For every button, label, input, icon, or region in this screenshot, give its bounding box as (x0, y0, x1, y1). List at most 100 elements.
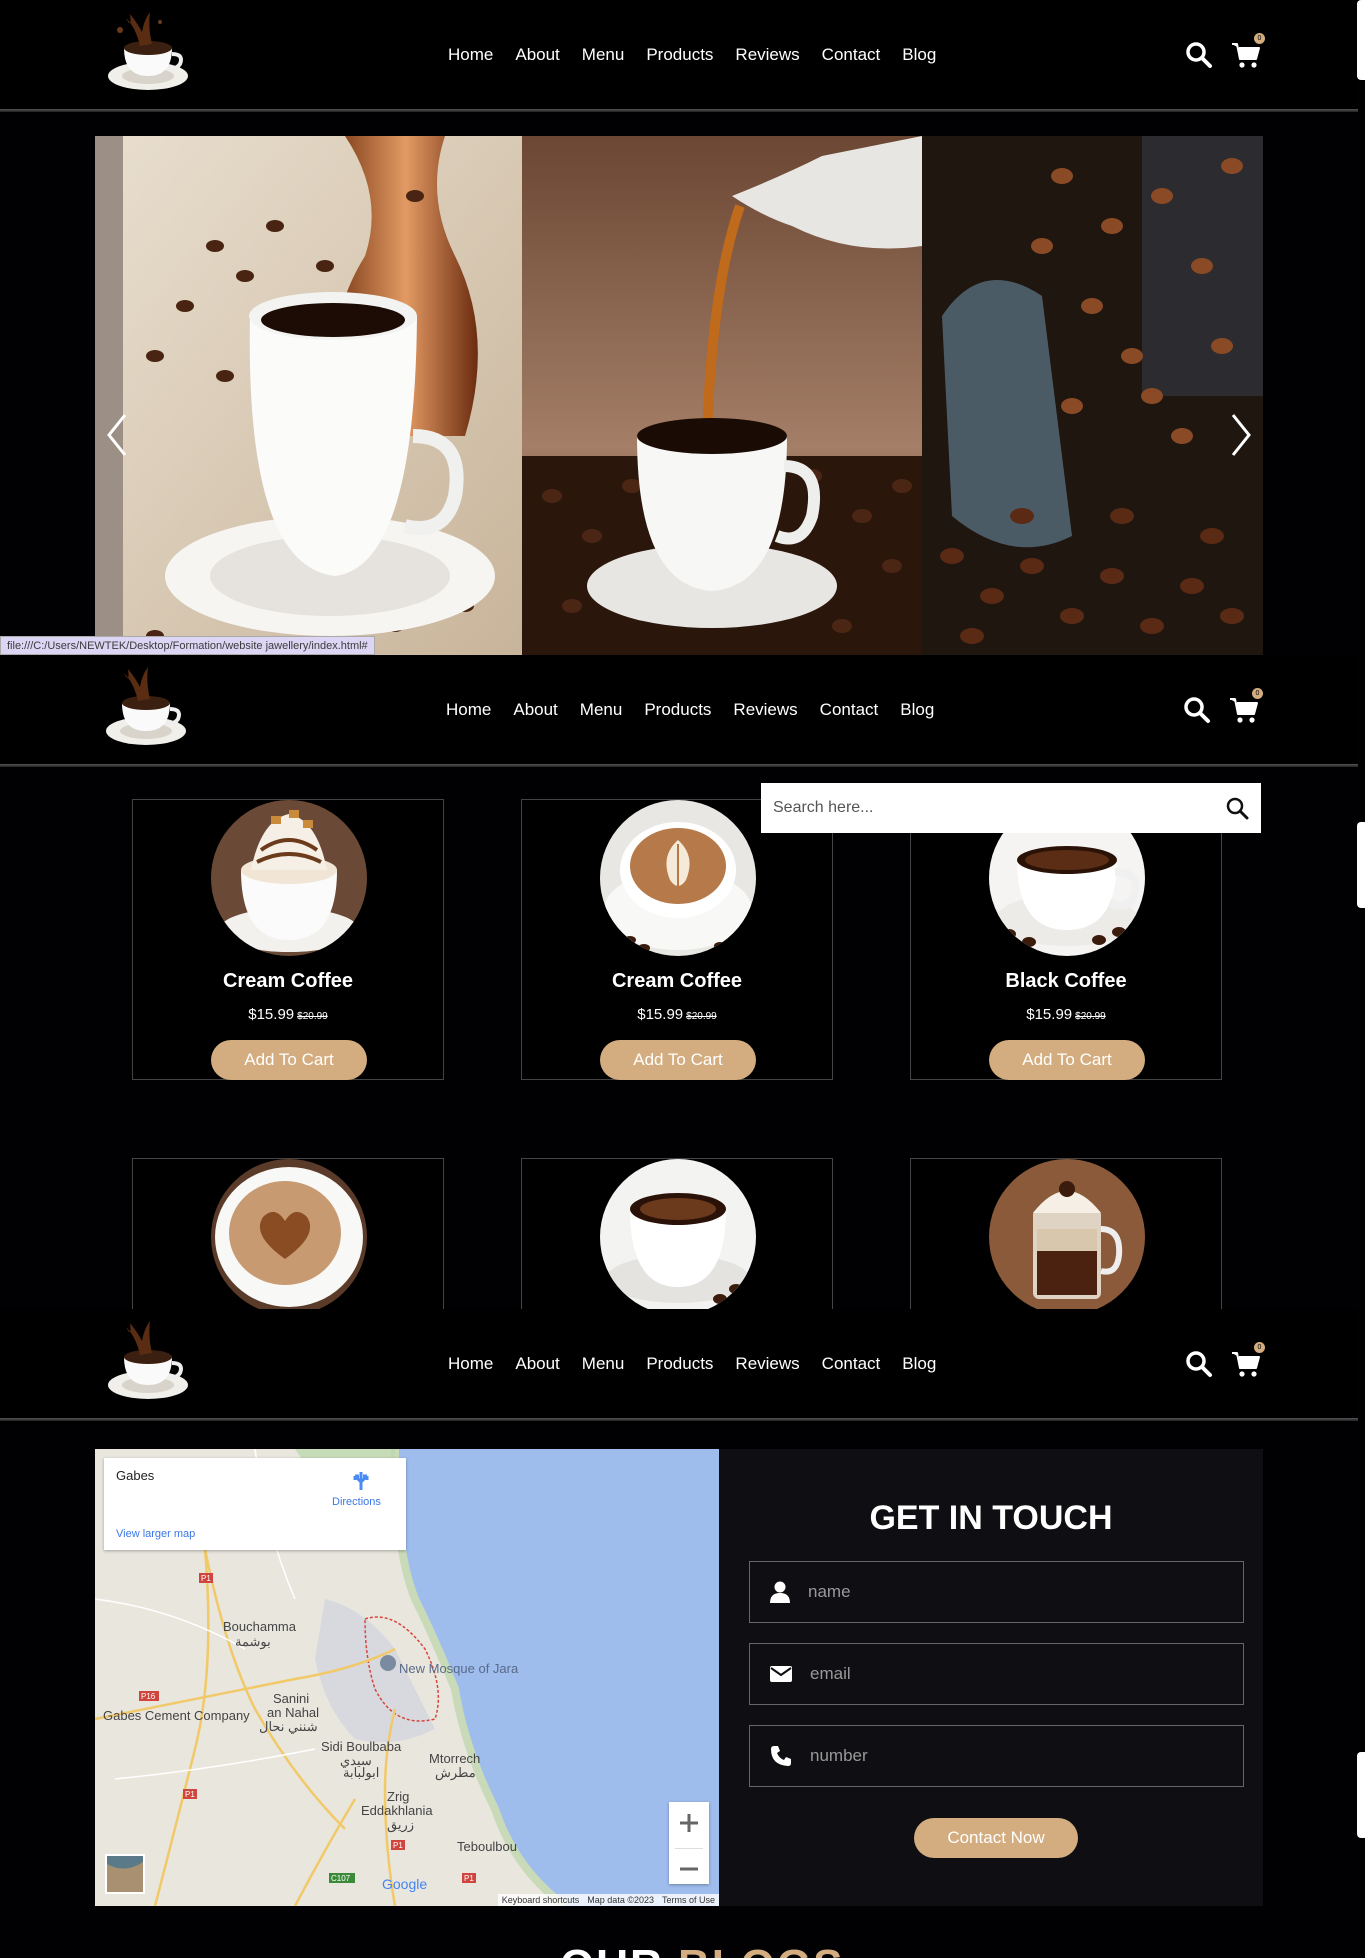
search-input[interactable] (773, 799, 1225, 817)
search-icon[interactable] (1185, 41, 1213, 69)
scrollbar-thumb[interactable] (1357, 822, 1365, 908)
blogs-heading-word1: OUR (560, 1944, 664, 1958)
map-label-bouchamma: Bouchamma (223, 1619, 297, 1634)
header-actions: 0 (1185, 0, 1265, 110)
cart-icon (1232, 1352, 1260, 1377)
add-to-cart-button[interactable]: Add To Cart (600, 1040, 756, 1080)
product-name: Cream Coffee (611, 970, 743, 992)
nav-contact[interactable]: Contact (822, 1354, 881, 1374)
scrollbar-thumb[interactable] (1357, 0, 1365, 80)
nav-reviews[interactable]: Reviews (735, 45, 799, 65)
nav-home[interactable]: Home (448, 1354, 493, 1374)
nav-about[interactable]: About (515, 45, 559, 65)
zoom-out-icon[interactable] (669, 1849, 709, 1889)
search-icon[interactable] (1183, 696, 1211, 724)
nav-home[interactable]: Home (446, 700, 491, 720)
google-logo: Google (382, 1876, 427, 1892)
nav-menu[interactable]: Menu (582, 45, 625, 65)
directions-link[interactable]: Directions (332, 1496, 381, 1508)
search-icon[interactable] (1225, 796, 1249, 820)
search-bar (761, 783, 1261, 833)
nav-home[interactable]: Home (448, 45, 493, 65)
add-to-cart-button[interactable]: Add To Cart (211, 1040, 367, 1080)
map-label-zrig-ar: زريق (387, 1817, 414, 1833)
user-icon (770, 1581, 790, 1603)
product-card (132, 1158, 444, 1315)
nav-blog[interactable]: Blog (902, 1354, 936, 1374)
slider-next-arrow-icon[interactable] (1225, 410, 1255, 460)
map-label-sidi: Sidi Boulbaba (321, 1739, 402, 1754)
nav-products[interactable]: Products (646, 1354, 713, 1374)
terms-of-use-link[interactable]: Terms of Use (662, 1895, 715, 1905)
nav-blog[interactable]: Blog (900, 700, 934, 720)
google-map[interactable]: Bouchamma بوشمة New Mosque of Jara Sanin… (95, 1449, 719, 1906)
page: Home About Menu Products Reviews Contact… (0, 0, 1365, 1958)
site-header: Home About Menu Products Reviews Contact… (0, 0, 1358, 112)
nav-about[interactable]: About (515, 1354, 559, 1374)
nav-about[interactable]: About (513, 700, 557, 720)
product-image-cream-coffee (211, 800, 367, 956)
map-label-bouchamma-ar: بوشمة (235, 1634, 271, 1650)
nav-products[interactable]: Products (644, 700, 711, 720)
nav-menu[interactable]: Menu (580, 700, 623, 720)
logo-icon[interactable] (106, 8, 190, 94)
site-header-contact: Home About Menu Products Reviews Contact… (0, 1309, 1358, 1421)
keyboard-shortcuts-link[interactable]: Keyboard shortcuts (502, 1895, 580, 1905)
header-divider (0, 109, 1358, 112)
email-input[interactable] (810, 1664, 1210, 1684)
product-card: Cream Coffee $15.99 $20.99 Add To Cart (132, 799, 444, 1080)
nav-contact[interactable]: Contact (822, 45, 881, 65)
map-label-sanini: Sanini (273, 1691, 309, 1706)
email-field (749, 1643, 1244, 1705)
number-field (749, 1725, 1244, 1787)
map-satellite-toggle-icon[interactable] (105, 1854, 145, 1894)
envelope-icon (770, 1666, 792, 1682)
map-road-p1: P1 (185, 1790, 195, 1799)
scrollbar-thumb[interactable] (1357, 1752, 1365, 1838)
map-label-eddakhlania: Eddakhlania (361, 1803, 433, 1818)
map-label-teboulbou: Teboulbou (457, 1839, 517, 1854)
cart-count-badge: 0 (1254, 33, 1265, 44)
map-label-sidi-ar2: ابولبابة (343, 1765, 379, 1781)
view-larger-map-link[interactable]: View larger map (116, 1528, 195, 1540)
number-input[interactable] (810, 1746, 1210, 1766)
add-to-cart-button[interactable]: Add To Cart (989, 1040, 1145, 1080)
cart-icon (1230, 698, 1258, 723)
nav-reviews[interactable]: Reviews (735, 1354, 799, 1374)
directions-icon[interactable] (350, 1470, 372, 1492)
old-price: $20.99 (297, 1011, 328, 1022)
cart-count-badge: 0 (1254, 1342, 1265, 1353)
nav-products[interactable]: Products (646, 45, 713, 65)
nav-blog[interactable]: Blog (902, 45, 936, 65)
map-label-zrig: Zrig (387, 1789, 409, 1804)
map-road-p1: P1 (201, 1574, 211, 1583)
cart-button[interactable]: 0 (1231, 1342, 1265, 1378)
main-nav: Home About Menu Products Reviews Contact… (448, 1309, 958, 1419)
blogs-heading: OUR BLOGS (560, 1944, 844, 1958)
map-label-an-nahal: an Nahal (267, 1705, 319, 1720)
map-road-p16: P16 (141, 1692, 156, 1701)
search-icon[interactable] (1185, 1350, 1213, 1378)
current-price: $15.99 (1026, 1006, 1073, 1023)
nav-menu[interactable]: Menu (582, 1354, 625, 1374)
product-card: Cream Coffee $15.99 $20.99 Add To Cart (521, 799, 833, 1080)
nav-contact[interactable]: Contact (820, 700, 879, 720)
product-price: $15.99 $20.99 (133, 1006, 443, 1023)
cart-button[interactable]: 0 (1231, 33, 1265, 69)
zoom-in-icon[interactable] (669, 1802, 709, 1843)
header-divider (0, 764, 1358, 767)
contact-now-button[interactable]: Contact Now (914, 1818, 1078, 1858)
cart-button[interactable]: 0 (1229, 688, 1263, 724)
logo-icon[interactable] (106, 1317, 190, 1403)
current-price: $15.99 (637, 1006, 684, 1023)
slider-prev-arrow-icon[interactable] (103, 410, 133, 460)
zoom-controls (669, 1802, 709, 1884)
map-label-mtorrech-ar: مطرش (435, 1765, 476, 1781)
product-image-latte-art (600, 800, 756, 956)
name-input[interactable] (808, 1582, 1208, 1602)
main-nav: Home About Menu Products Reviews Contact… (446, 655, 956, 765)
nav-reviews[interactable]: Reviews (733, 700, 797, 720)
logo-icon[interactable] (104, 663, 188, 749)
slide-pouring-coffee (522, 136, 922, 655)
name-field (749, 1561, 1244, 1623)
